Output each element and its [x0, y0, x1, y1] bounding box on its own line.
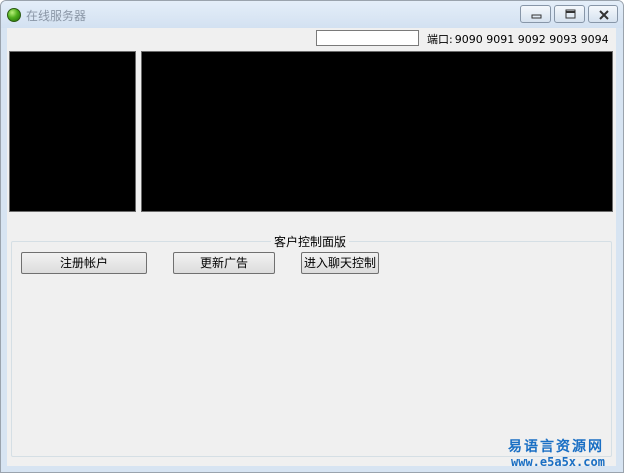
title-bar[interactable]: 在线服务器 — [1, 1, 623, 28]
port-label: 端口: 9090 9091 9092 9093 9094 — [427, 31, 609, 47]
close-button[interactable] — [588, 5, 618, 23]
close-icon — [599, 10, 609, 20]
port-input[interactable] — [316, 30, 419, 46]
maximize-button[interactable] — [554, 5, 585, 23]
client-control-group-title: 客户控制面版 — [271, 233, 350, 250]
watermark-url: www.e5a5x.com — [511, 455, 605, 469]
log-display-panel[interactable] — [141, 51, 613, 212]
update-ad-button[interactable]: 更新广告 — [173, 252, 275, 274]
window-title: 在线服务器 — [26, 9, 87, 23]
app-globe-icon — [7, 8, 21, 22]
port-list: 9090 9091 9092 9093 9094 — [454, 33, 609, 46]
port-label-text: 端口: — [427, 33, 453, 46]
enter-chat-control-button[interactable]: 进入聊天控制 — [301, 252, 379, 274]
minimize-icon — [531, 14, 542, 19]
watermark-text: 易语言资源网 — [508, 439, 604, 455]
minimize-button[interactable] — [520, 5, 551, 23]
main-window: 在线服务器 端口: 9090 9091 9092 9093 9094 客户控制面版 — [0, 0, 624, 473]
window-client-area: 端口: 9090 9091 9092 9093 9094 客户控制面版 注册帐户 … — [7, 28, 616, 466]
user-list-panel[interactable] — [9, 51, 136, 212]
maximize-icon — [565, 9, 576, 19]
register-account-button[interactable]: 注册帐户 — [21, 252, 147, 274]
